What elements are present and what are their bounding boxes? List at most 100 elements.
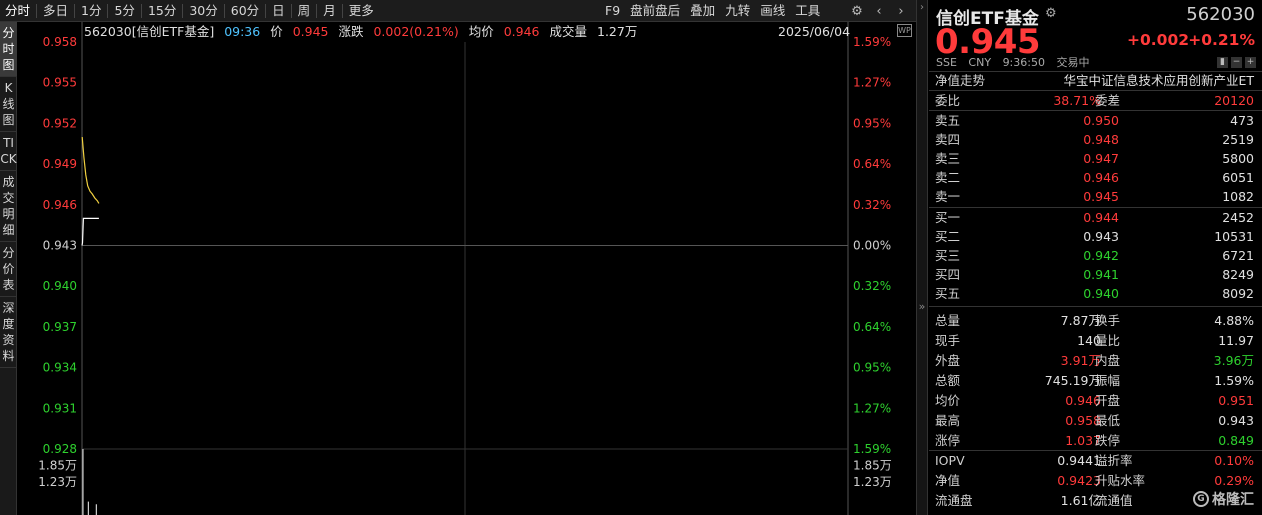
price-line (81, 217, 99, 246)
y-tick-label-right: 1.27% (853, 401, 891, 415)
view-tab[interactable]: TICK (0, 132, 17, 171)
view-tab[interactable]: 深度资料 (0, 297, 17, 368)
y-tick-label-left: 0.931 (43, 401, 77, 415)
chevron-left-icon[interactable]: ‹ (868, 0, 890, 22)
double-chevron-right-icon[interactable]: » (917, 300, 927, 313)
bid-label: 买四 (935, 267, 961, 282)
bid-volume: 10531 (1214, 229, 1254, 244)
view-tab[interactable]: K线图 (0, 77, 17, 132)
period-tab[interactable]: 1分 (76, 0, 106, 22)
ask-label: 卖四 (935, 132, 961, 147)
chevron-right-icon[interactable]: › (917, 2, 927, 13)
y-tick-label-right: 1.27% (853, 76, 891, 90)
stat-row: 现手 140 量比 11.97 (929, 331, 1262, 350)
stat-label: 均价 (935, 393, 961, 408)
bid-label: 买五 (935, 286, 961, 301)
ask-row: 卖四 0.948 2519 (929, 130, 1262, 149)
gear-icon[interactable]: ⚙ (846, 0, 868, 22)
toolbar-icons: ⚙ ‹ › (846, 0, 912, 22)
period-toolbar: 分时 多日 1分 5分 15分 30分 60分日周月更多 F9 盘前盘后 叠加 九转 画线 工具 ⚙ … (0, 0, 918, 22)
stat-row: 总量 7.87万 换手 4.88% (929, 311, 1262, 330)
stat-label: 总量 (935, 313, 961, 328)
security-code: 562030 (1186, 4, 1255, 25)
period-tab[interactable]: 15分 (143, 0, 181, 22)
bid-price: 0.943 (1083, 229, 1119, 244)
weibi-label: 委比 (935, 93, 961, 108)
iopv-row: 净值 0.9423 升贴水率 0.29% (929, 471, 1262, 490)
orderbook-buttons: ▮ − + (1217, 57, 1256, 68)
chevron-right-icon[interactable]: › (890, 0, 912, 22)
toolbar-divider (107, 3, 109, 18)
y-tick-label-left: 0.934 (43, 361, 77, 375)
minus-icon[interactable]: − (1231, 57, 1242, 68)
bid-price: 0.944 (1083, 210, 1119, 225)
watermark-text: 格隆汇 (1212, 492, 1254, 508)
tool-menu-item[interactable]: 九转 (720, 0, 755, 22)
wp-icon[interactable]: WP (897, 24, 912, 37)
tool-menu-item[interactable]: 工具 (790, 0, 825, 22)
weicha-label: 委差 (1095, 93, 1121, 108)
bid-label: 买一 (935, 210, 961, 225)
iopv-value: 0.10% (1214, 453, 1254, 468)
tool-menu-item[interactable]: 画线 (755, 0, 790, 22)
iopv-label: 流通值 (1095, 493, 1133, 508)
iopv-label: IOPV (935, 453, 965, 468)
ask-volume: 5800 (1222, 151, 1254, 166)
tool-menu-item[interactable]: 叠加 (685, 0, 720, 22)
iopv-label: 升贴水率 (1095, 473, 1146, 488)
toolbar-divider (316, 3, 318, 18)
period-tab[interactable]: 分时 (0, 0, 35, 22)
stat-row: 最高 0.958 最低 0.943 (929, 411, 1262, 430)
period-tab[interactable]: 60分 (226, 0, 264, 22)
period-tab[interactable]: 周 (293, 0, 316, 22)
bid-price: 0.940 (1083, 286, 1119, 301)
period-tab[interactable]: 5分 (109, 0, 139, 22)
stat-value: 0.951 (1218, 393, 1254, 408)
ask-volume: 6051 (1222, 170, 1254, 185)
nav-row[interactable]: 净值走势 华宝中证信息技术应用创新产业ET (929, 71, 1262, 90)
stat-label: 换手 (1095, 313, 1121, 328)
stat-value: 3.96万 (1213, 353, 1254, 368)
period-tab[interactable]: 30分 (184, 0, 222, 22)
stat-value: 4.88% (1214, 313, 1254, 328)
bid-row: 买二 0.943 10531 (929, 227, 1262, 246)
bid-row: 买三 0.942 6721 (929, 246, 1262, 265)
period-tab[interactable]: 更多 (344, 0, 379, 22)
nav-trend-label[interactable]: 净值走势 (935, 71, 985, 90)
ask-label: 卖一 (935, 189, 961, 204)
y-tick-label-right: 0.95% (853, 116, 891, 130)
y-tick-label-left: 0.937 (43, 320, 77, 334)
tool-menu-item[interactable]: 盘前盘后 (625, 0, 685, 22)
intraday-chart[interactable]: 0.958 1.59% 0.955 1.27% 0.952 0.95% 0.949 0.64%… (18, 22, 916, 515)
y-tick-label-left: 0.958 (43, 35, 77, 49)
panel-splitter[interactable]: › » (916, 0, 928, 515)
vol-tick-label-right: 1.23万 (853, 475, 892, 489)
ask-volume: 1082 (1222, 189, 1254, 204)
iopv-row: IOPV 0.9441 溢折率 0.10% (929, 451, 1262, 470)
y-tick-label-left: 0.928 (43, 442, 77, 456)
view-tab[interactable]: 分时图 (0, 22, 17, 77)
plus-icon[interactable]: + (1245, 57, 1256, 68)
tool-menu: F9 盘前盘后 叠加 九转 画线 工具 (600, 0, 825, 22)
period-tab[interactable]: 日 (267, 0, 290, 22)
bid-volume: 8092 (1222, 286, 1254, 301)
bid-label: 买三 (935, 248, 961, 263)
bid-volume: 2452 (1222, 210, 1254, 225)
y-tick-label-left: 0.949 (43, 157, 77, 171)
depth-bars-icon[interactable]: ▮ (1217, 57, 1228, 68)
toolbar-divider (341, 3, 343, 18)
tool-menu-item[interactable]: F9 (600, 0, 625, 22)
view-tab[interactable]: 成交明细 (0, 171, 17, 242)
y-tick-label-left: 0.946 (43, 198, 77, 212)
bid-price: 0.942 (1083, 248, 1119, 263)
stat-label: 涨停 (935, 433, 961, 448)
stat-value: 1.59% (1214, 373, 1254, 388)
stat-label: 内盘 (1095, 353, 1121, 368)
period-tab[interactable]: 月 (318, 0, 341, 22)
quote-time: 9:36:50 (1002, 56, 1045, 69)
period-tab[interactable]: 多日 (38, 0, 73, 22)
stat-label: 外盘 (935, 353, 961, 368)
y-tick-label-left: 0.952 (43, 116, 77, 130)
view-tab[interactable]: 分价表 (0, 242, 17, 297)
settings-gear-icon[interactable]: ⚙ (1045, 6, 1057, 21)
